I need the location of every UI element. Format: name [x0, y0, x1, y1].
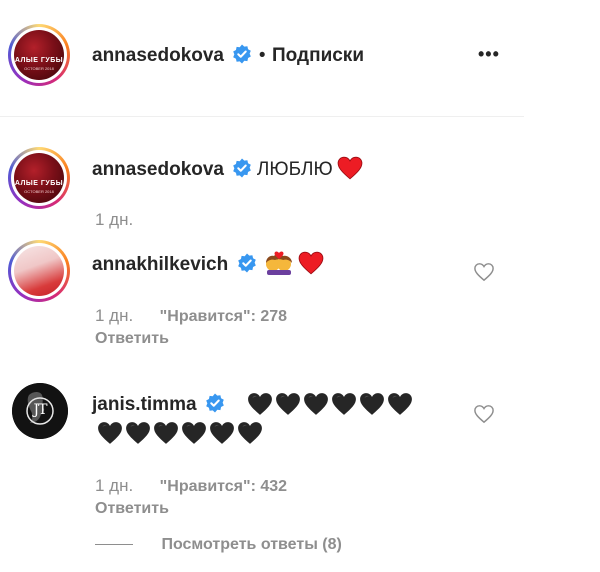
avatar-image: АЛЫЕ ГУБЫ OCTOBER 2018: [14, 153, 64, 203]
comment-likes[interactable]: "Нравится": 278: [160, 308, 287, 325]
black-heart-emoji-icon: [388, 393, 412, 415]
black-hearts-row-1: [247, 392, 413, 416]
comment-username[interactable]: janis.timma: [92, 394, 197, 415]
comment-avatar[interactable]: [8, 240, 70, 302]
reply-button[interactable]: Ответить: [95, 330, 169, 348]
header-avatar[interactable]: АЛЫЕ ГУБЫ OCTOBER 2018: [8, 24, 70, 86]
red-heart-emoji-icon: [298, 251, 323, 275]
comment-likes[interactable]: "Нравится": 432: [160, 478, 287, 495]
comment-meta: 1 дн. "Нравится": 278: [95, 306, 287, 326]
view-replies-button[interactable]: Посмотреть ответы (8): [95, 536, 342, 554]
comment-avatar[interactable]: JT: [12, 383, 68, 439]
red-heart-emoji-icon: [337, 156, 363, 180]
avatar-image: АЛЫЕ ГУБЫ OCTOBER 2018: [14, 30, 64, 80]
black-heart-emoji-icon: [304, 393, 328, 415]
view-replies-label: Посмотреть ответы (8): [161, 536, 342, 553]
verified-badge-icon: [233, 158, 252, 178]
black-heart-emoji-icon: [154, 422, 178, 444]
comment-time[interactable]: 1 дн.: [95, 306, 133, 325]
verified-badge-icon: [237, 253, 256, 273]
caption-username[interactable]: annasedokova: [92, 159, 224, 180]
caption-text: ЛЮБЛЮ: [256, 159, 333, 180]
black-heart-emoji-icon: [182, 422, 206, 444]
black-heart-emoji-icon: [360, 393, 384, 415]
verified-badge-icon: [206, 393, 224, 413]
comment-time[interactable]: 1 дн.: [95, 476, 133, 495]
avatar-text: АЛЫЕ ГУБЫ: [14, 57, 64, 64]
comment-username[interactable]: annakhilkevich: [92, 254, 228, 275]
post-header-info: annasedokova • Подписки: [92, 44, 364, 67]
like-comment-heart-icon[interactable]: [473, 404, 495, 424]
black-heart-emoji-icon: [210, 422, 234, 444]
header-separator: •: [258, 45, 266, 66]
comment-line: annakhilkevich: [92, 251, 324, 276]
header-username[interactable]: annasedokova: [92, 45, 224, 66]
avatar-initials: JT: [33, 402, 48, 418]
comment-meta: 1 дн. "Нравится": 432: [95, 476, 287, 496]
more-options-button[interactable]: •••: [478, 44, 500, 65]
black-heart-emoji-icon: [248, 393, 272, 415]
reply-button[interactable]: Ответить: [95, 500, 169, 518]
replies-line: [95, 544, 133, 546]
couple-with-heart-emoji-icon: [266, 251, 293, 275]
black-hearts-row-2: [97, 421, 263, 445]
black-heart-emoji-icon: [332, 393, 356, 415]
caption-time[interactable]: 1 дн.: [95, 210, 133, 230]
avatar-text: АЛЫЕ ГУБЫ: [14, 180, 64, 187]
black-heart-emoji-icon: [98, 422, 122, 444]
avatar-subtext: OCTOBER 2018: [24, 189, 54, 194]
caption-avatar[interactable]: АЛЫЕ ГУБЫ OCTOBER 2018: [8, 147, 70, 209]
follow-status[interactable]: Подписки: [272, 45, 364, 66]
black-heart-emoji-icon: [238, 422, 262, 444]
black-heart-emoji-icon: [276, 393, 300, 415]
header-divider: [0, 116, 524, 117]
caption-line: annasedokova ЛЮБЛЮ: [92, 156, 363, 181]
like-comment-heart-icon[interactable]: [473, 262, 495, 282]
verified-badge-icon: [233, 44, 252, 64]
black-heart-emoji-icon: [126, 422, 150, 444]
avatar-image: [14, 246, 64, 296]
avatar-subtext: OCTOBER 2018: [24, 66, 54, 71]
